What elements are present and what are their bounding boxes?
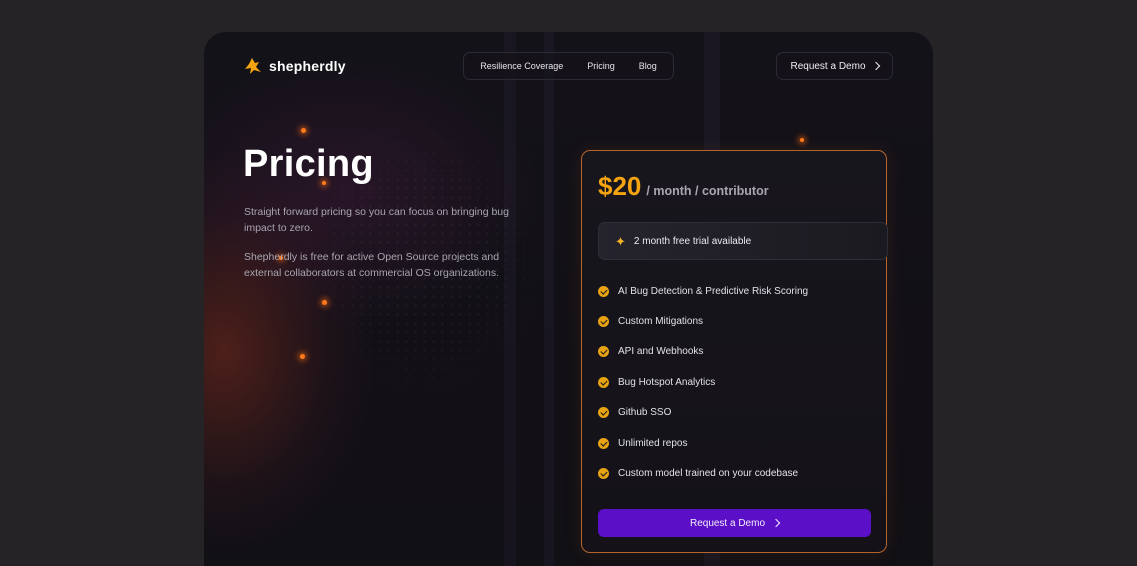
feature-item: API and Webhooks — [598, 337, 808, 367]
check-circle-icon — [598, 468, 609, 480]
check-circle-icon — [598, 285, 609, 297]
feature-item: Unlimited repos — [598, 428, 808, 458]
free-trial-banner: ✦ 2 month free trial available — [598, 222, 888, 260]
check-circle-icon — [598, 407, 609, 419]
brand-name: shepherdly — [269, 58, 346, 74]
request-demo-button[interactable]: Request a Demo — [598, 509, 871, 537]
nav-link-resilience-coverage[interactable]: Resilience Coverage — [480, 61, 563, 71]
feature-item: AI Bug Detection & Predictive Risk Scori… — [598, 276, 808, 306]
main-nav: Resilience Coverage Pricing Blog — [463, 52, 674, 80]
feature-item: Custom Mitigations — [598, 306, 808, 336]
hero-description: Straight forward pricing so you can focu… — [244, 206, 509, 234]
feature-label: Custom model trained on your codebase — [618, 468, 799, 480]
chevron-right-icon — [771, 518, 781, 528]
check-circle-icon — [598, 316, 609, 328]
free-trial-text: 2 month free trial available — [633, 235, 752, 247]
request-demo-header-label: Request a Demo — [790, 60, 866, 72]
spark-decoration — [800, 138, 804, 142]
feature-label: Github SSO — [618, 407, 672, 419]
page-title: Pricing — [243, 143, 374, 185]
check-circle-icon — [598, 346, 609, 358]
request-demo-label: Request a Demo — [689, 517, 766, 529]
spark-decoration — [322, 300, 327, 305]
pricing-card: $20 / month / contributor ✦ 2 month free… — [581, 150, 888, 553]
open-source-note: Shepherdly is free for active Open Sourc… — [244, 251, 500, 279]
plan-price: $20 / month / contributor — [598, 171, 769, 202]
chevron-right-icon — [871, 61, 880, 71]
shepherd-logo-icon — [245, 58, 261, 74]
feature-label: Unlimited repos — [618, 437, 688, 449]
feature-item: Bug Hotspot Analytics — [598, 367, 808, 397]
feature-label: API and Webhooks — [618, 346, 704, 358]
nav-link-pricing[interactable]: Pricing — [587, 61, 615, 71]
price-unit: / month / contributor — [646, 184, 769, 198]
price-amount: $20 — [598, 171, 642, 201]
feature-label: Custom Mitigations — [618, 316, 704, 328]
check-circle-icon — [598, 437, 609, 449]
request-demo-header-button[interactable]: Request a Demo — [776, 52, 893, 80]
sparkle-icon: ✦ — [615, 233, 626, 249]
nav-link-blog[interactable]: Blog — [639, 61, 657, 71]
feature-list: AI Bug Detection & Predictive Risk Scori… — [598, 276, 808, 489]
feature-item: Custom model trained on your codebase — [598, 458, 808, 488]
check-circle-icon — [598, 376, 609, 388]
spark-decoration — [300, 354, 305, 359]
feature-label: AI Bug Detection & Predictive Risk Scori… — [618, 285, 809, 297]
spark-decoration — [301, 128, 306, 133]
feature-item: Github SSO — [598, 398, 808, 428]
brand-logo[interactable]: shepherdly — [243, 56, 346, 76]
feature-label: Bug Hotspot Analytics — [618, 376, 716, 388]
